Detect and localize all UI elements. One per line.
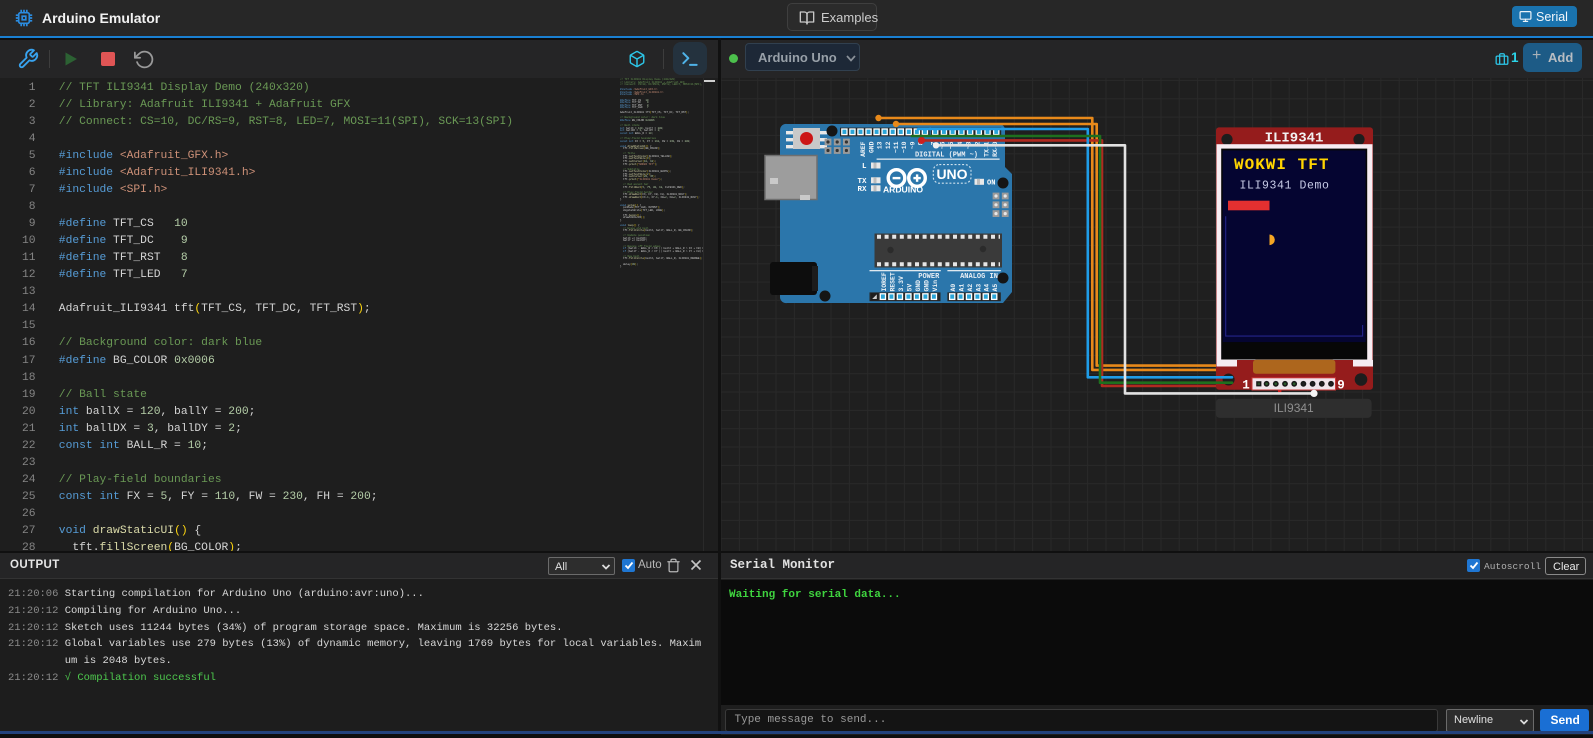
svg-text:12: 12 <box>885 141 892 149</box>
svg-text:UNO: UNO <box>936 166 967 182</box>
svg-text:A0: A0 <box>950 284 957 292</box>
svg-text:ILI9341: ILI9341 <box>1274 401 1314 415</box>
svg-text:3.3V: 3.3V <box>898 276 905 292</box>
svg-text:TX: TX <box>857 178 867 186</box>
svg-text:1: 1 <box>1242 379 1250 393</box>
svg-text:AREF: AREF <box>860 141 867 157</box>
svg-text:RX: RX <box>857 186 867 194</box>
svg-text:RX←0: RX←0 <box>992 141 999 157</box>
svg-text:~10: ~10 <box>901 141 908 153</box>
svg-text:POWER: POWER <box>918 273 940 281</box>
svg-text:Vin: Vin <box>932 280 939 292</box>
svg-text:9: 9 <box>1337 379 1345 393</box>
svg-text:A1: A1 <box>959 284 966 292</box>
svg-text:ILI9341 Demo: ILI9341 Demo <box>1240 179 1330 192</box>
svg-text:A4: A4 <box>984 284 991 292</box>
svg-text:ARDUINO: ARDUINO <box>883 184 923 194</box>
svg-text:A5: A5 <box>992 284 999 292</box>
svg-text:IOREF: IOREF <box>881 272 888 291</box>
svg-text:RESET: RESET <box>889 272 896 291</box>
svg-text:A3: A3 <box>975 284 982 292</box>
svg-text:13: 13 <box>877 141 884 149</box>
svg-text:~9: ~9 <box>909 141 916 149</box>
svg-text:WOKWI TFT: WOKWI TFT <box>1234 156 1329 174</box>
svg-text:GND: GND <box>915 280 922 292</box>
svg-text:ILI9341: ILI9341 <box>1265 131 1324 147</box>
svg-text:5V: 5V <box>906 284 913 292</box>
svg-text:GND: GND <box>923 280 930 292</box>
svg-text:ON: ON <box>987 179 995 187</box>
svg-text:TX→1: TX→1 <box>983 141 990 157</box>
svg-text:ANALOG IN: ANALOG IN <box>960 273 998 281</box>
svg-text:L: L <box>862 163 867 171</box>
svg-text:DIGITAL (PWM ~): DIGITAL (PWM ~) <box>915 152 978 160</box>
svg-text:A2: A2 <box>967 284 974 292</box>
svg-text:GND: GND <box>868 141 875 153</box>
svg-text:~11: ~11 <box>893 141 900 153</box>
